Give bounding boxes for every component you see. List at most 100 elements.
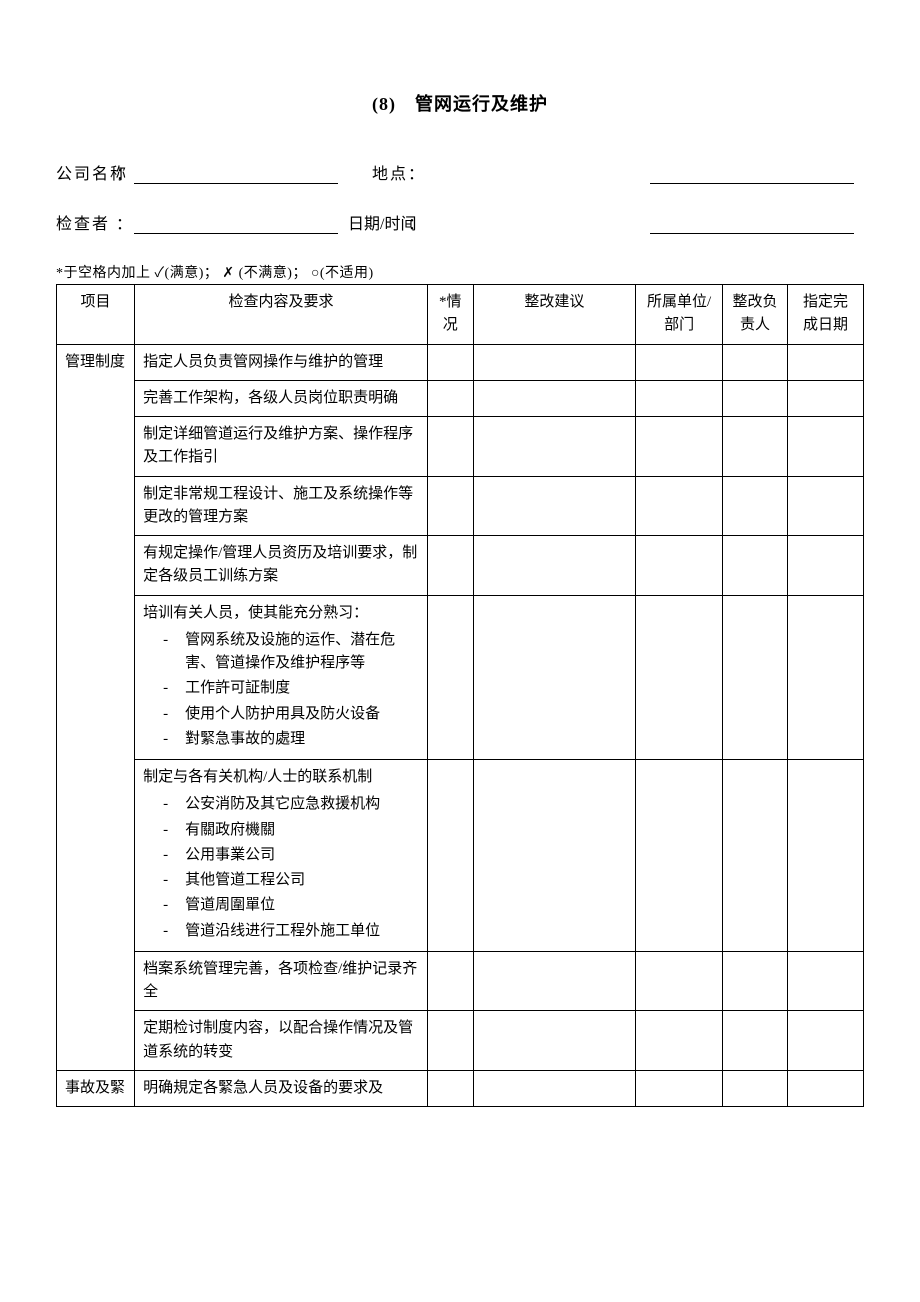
cell-project: 管理制度 bbox=[57, 344, 135, 1070]
cell-status[interactable] bbox=[427, 417, 473, 477]
th-deadline: 指定完成日期 bbox=[788, 285, 864, 345]
cell-suggestion[interactable] bbox=[473, 1070, 636, 1106]
bullet-item: 公用事業公司 bbox=[163, 844, 419, 867]
cell-requirement: 档案系统管理完善，各项检查/维护记录齐全 bbox=[135, 951, 428, 1011]
cell-deadline[interactable] bbox=[788, 417, 864, 477]
colon: ： bbox=[408, 160, 632, 184]
cell-suggestion[interactable] bbox=[473, 951, 636, 1011]
cell-deadline[interactable] bbox=[788, 536, 864, 596]
bullet-item: 公安消防及其它应急救援机构 bbox=[163, 793, 419, 816]
cell-requirement: 制定与各有关机构/人士的联系机制公安消防及其它应急救援机构有關政府機關公用事業公… bbox=[135, 760, 428, 952]
cell-status[interactable] bbox=[427, 595, 473, 760]
cell-suggestion[interactable] bbox=[473, 536, 636, 596]
cell-owner[interactable] bbox=[722, 344, 787, 380]
bullet-item: 使用个人防护用具及防火设备 bbox=[163, 703, 419, 726]
cell-deadline[interactable] bbox=[788, 1011, 864, 1071]
bullet-item: 管网系统及设施的运作、潜在危害、管道操作及维护程序等 bbox=[163, 629, 419, 676]
th-project: 项目 bbox=[57, 285, 135, 345]
cell-suggestion[interactable] bbox=[473, 595, 636, 760]
cell-deadline[interactable] bbox=[788, 476, 864, 536]
location-input[interactable] bbox=[650, 161, 854, 184]
cell-status[interactable] bbox=[427, 760, 473, 952]
inspector-input[interactable] bbox=[134, 211, 338, 234]
table-header-row: 项目 检查内容及要求 *情况 整改建议 所属单位/部门 整改负责人 指定完成日期 bbox=[57, 285, 864, 345]
inspection-table: 项目 检查内容及要求 *情况 整改建议 所属单位/部门 整改负责人 指定完成日期… bbox=[56, 284, 864, 1107]
location-label: 地点 bbox=[348, 160, 408, 184]
cell-suggestion[interactable] bbox=[473, 417, 636, 477]
cell-owner[interactable] bbox=[722, 536, 787, 596]
th-dept: 所属单位/部门 bbox=[636, 285, 723, 345]
table-row: 制定详细管道运行及维护方案、操作程序及工作指引 bbox=[57, 417, 864, 477]
cell-deadline[interactable] bbox=[788, 760, 864, 952]
cell-status[interactable] bbox=[427, 476, 473, 536]
company-input[interactable] bbox=[134, 161, 338, 184]
cell-deadline[interactable] bbox=[788, 951, 864, 1011]
datetime-input[interactable] bbox=[650, 211, 854, 234]
table-row: 培训有关人员，使其能充分熟习：管网系统及设施的运作、潜在危害、管道操作及维护程序… bbox=[57, 595, 864, 760]
cell-owner[interactable] bbox=[722, 1070, 787, 1106]
cell-requirement: 制定非常规工程设计、施工及系统操作等更改的管理方案 bbox=[135, 476, 428, 536]
inspector-label: 检查者 bbox=[56, 210, 116, 234]
cell-status[interactable] bbox=[427, 1011, 473, 1071]
cell-dept[interactable] bbox=[636, 951, 723, 1011]
cell-owner[interactable] bbox=[722, 760, 787, 952]
table-row: 定期检讨制度内容，以配合操作情况及管道系统的转变 bbox=[57, 1011, 864, 1071]
bullet-item: 其他管道工程公司 bbox=[163, 869, 419, 892]
cell-status[interactable] bbox=[427, 951, 473, 1011]
cell-requirement: 指定人员负责管网操作与维护的管理 bbox=[135, 344, 428, 380]
table-body: 管理制度指定人员负责管网操作与维护的管理完善工作架构，各级人员岗位职责明确制定详… bbox=[57, 344, 864, 1107]
cell-intro: 制定与各有关机构/人士的联系机制 bbox=[143, 766, 419, 789]
cell-dept[interactable] bbox=[636, 476, 723, 536]
cell-requirement: 完善工作架构，各级人员岗位职责明确 bbox=[135, 380, 428, 416]
bullet-list: 公安消防及其它应急救援机构有關政府機關公用事業公司其他管道工程公司管道周圍單位管… bbox=[143, 793, 419, 943]
table-row: 事故及緊明确規定各緊急人员及设备的要求及 bbox=[57, 1070, 864, 1106]
bullet-item: 對緊急事故的處理 bbox=[163, 728, 419, 751]
cell-suggestion[interactable] bbox=[473, 476, 636, 536]
cell-deadline[interactable] bbox=[788, 1070, 864, 1106]
cell-suggestion[interactable] bbox=[473, 760, 636, 952]
cell-status[interactable] bbox=[427, 344, 473, 380]
cell-dept[interactable] bbox=[636, 536, 723, 596]
cell-requirement: 有规定操作/管理人员资历及培训要求，制定各级员工训练方案 bbox=[135, 536, 428, 596]
form-header: 公司名称 ： 地点 ： 检查者 ： 日期/时间 ： bbox=[56, 160, 864, 234]
cell-owner[interactable] bbox=[722, 380, 787, 416]
bullet-item: 工作許可証制度 bbox=[163, 677, 419, 700]
table-row: 管理制度指定人员负责管网操作与维护的管理 bbox=[57, 344, 864, 380]
cell-owner[interactable] bbox=[722, 951, 787, 1011]
cell-deadline[interactable] bbox=[788, 595, 864, 760]
table-row: 完善工作架构，各级人员岗位职责明确 bbox=[57, 380, 864, 416]
cell-status[interactable] bbox=[427, 536, 473, 596]
cell-owner[interactable] bbox=[722, 1011, 787, 1071]
cell-project: 事故及緊 bbox=[57, 1070, 135, 1106]
cell-dept[interactable] bbox=[636, 380, 723, 416]
cell-deadline[interactable] bbox=[788, 344, 864, 380]
page: (8) 管网运行及维护 公司名称 ： 地点 ： 检查者 ： 日期/时间 ： *于… bbox=[0, 0, 920, 1302]
table-row: 制定非常规工程设计、施工及系统操作等更改的管理方案 bbox=[57, 476, 864, 536]
cell-dept[interactable] bbox=[636, 595, 723, 760]
cell-suggestion[interactable] bbox=[473, 1011, 636, 1071]
bullet-item: 管道沿线进行工程外施工单位 bbox=[163, 920, 419, 943]
cell-dept[interactable] bbox=[636, 760, 723, 952]
table-row: 制定与各有关机构/人士的联系机制公安消防及其它应急救援机构有關政府機關公用事業公… bbox=[57, 760, 864, 952]
colon: ： bbox=[116, 210, 124, 234]
cell-status[interactable] bbox=[427, 380, 473, 416]
cell-owner[interactable] bbox=[722, 476, 787, 536]
datetime-label: 日期/时间 bbox=[348, 210, 408, 234]
cell-owner[interactable] bbox=[722, 595, 787, 760]
cell-dept[interactable] bbox=[636, 417, 723, 477]
bullet-item: 管道周圍單位 bbox=[163, 894, 419, 917]
th-status: *情况 bbox=[427, 285, 473, 345]
cell-deadline[interactable] bbox=[788, 380, 864, 416]
cell-owner[interactable] bbox=[722, 417, 787, 477]
colon: ： bbox=[408, 210, 632, 234]
legend-note: *于空格内加上 ✓(满意)； ✗ (不满意)； ○(不适用) bbox=[56, 262, 864, 282]
cell-suggestion[interactable] bbox=[473, 344, 636, 380]
colon: ： bbox=[116, 160, 124, 184]
cell-dept[interactable] bbox=[636, 1070, 723, 1106]
cell-status[interactable] bbox=[427, 1070, 473, 1106]
cell-requirement: 制定详细管道运行及维护方案、操作程序及工作指引 bbox=[135, 417, 428, 477]
cell-dept[interactable] bbox=[636, 344, 723, 380]
cell-suggestion[interactable] bbox=[473, 380, 636, 416]
cell-dept[interactable] bbox=[636, 1011, 723, 1071]
cell-requirement: 明确規定各緊急人员及设备的要求及 bbox=[135, 1070, 428, 1106]
